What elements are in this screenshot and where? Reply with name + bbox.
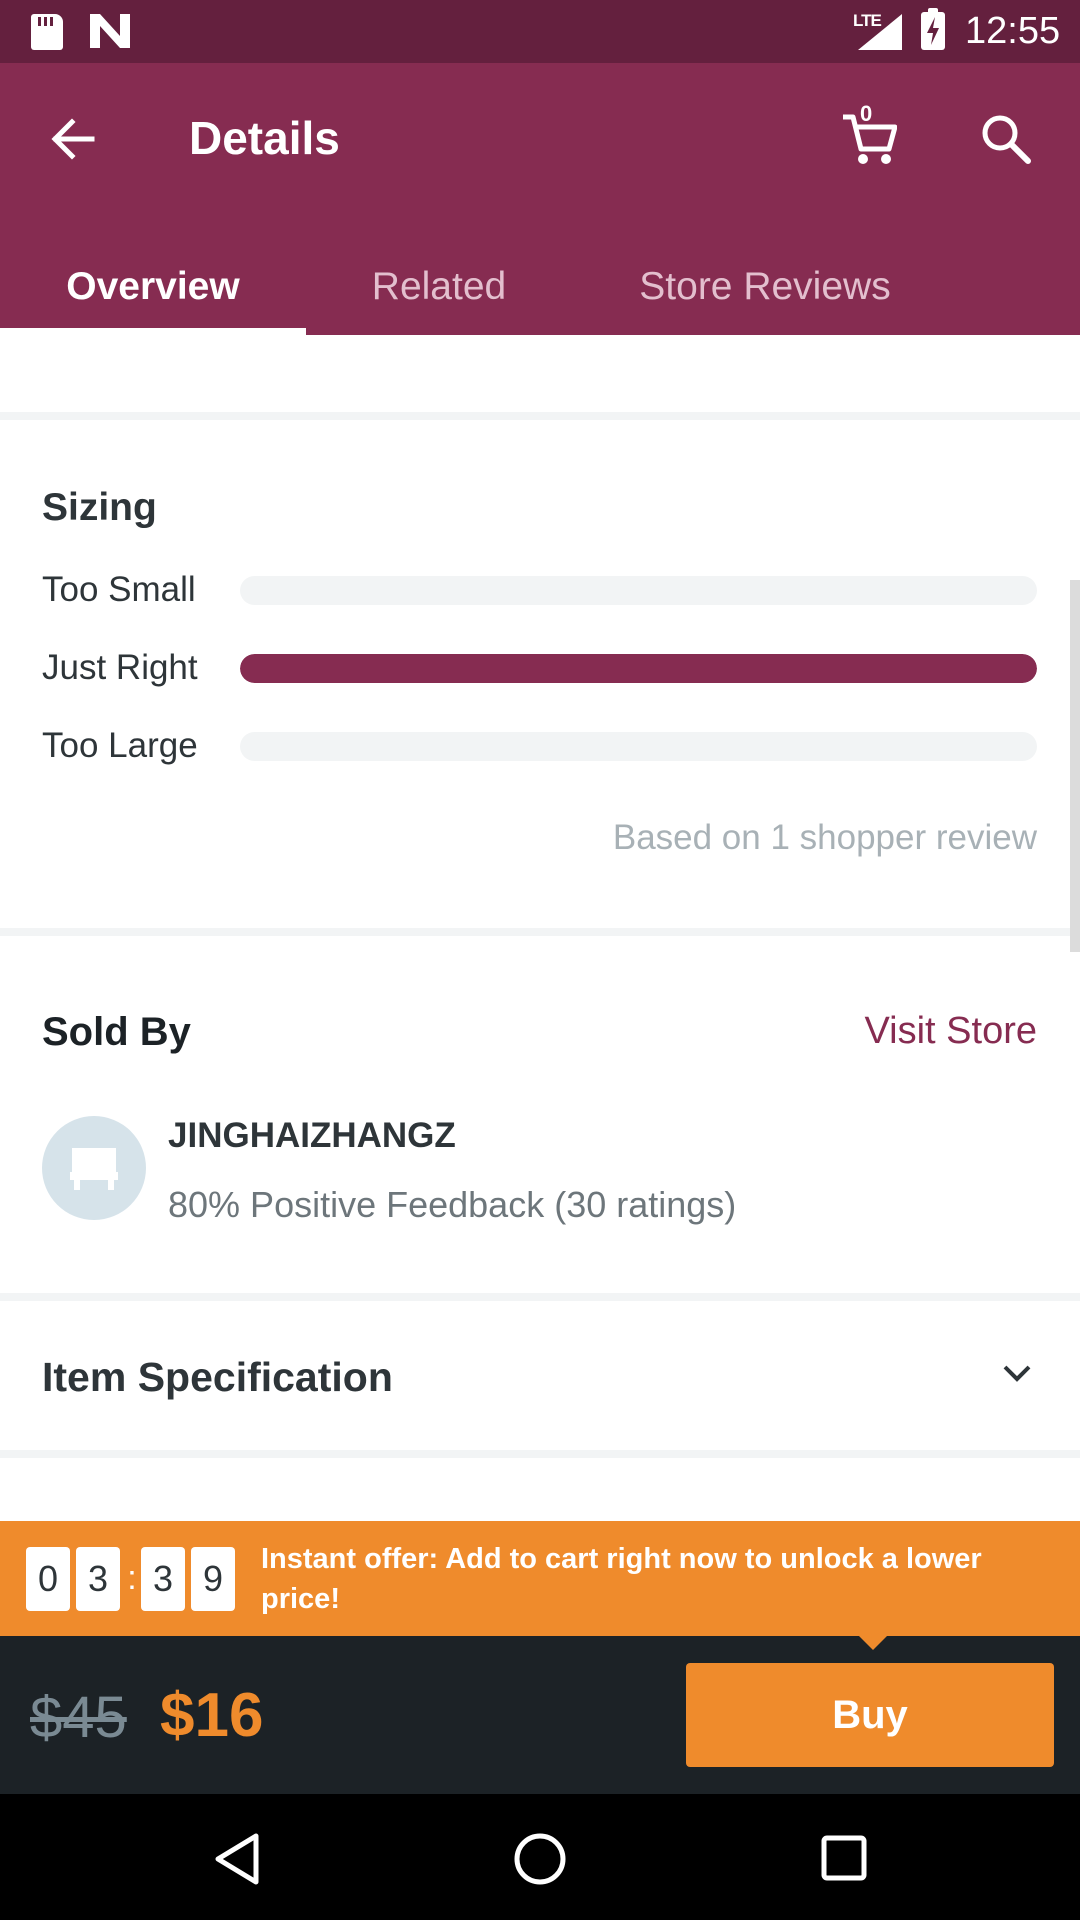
item-specification-toggle[interactable]: Item Specification (42, 1354, 393, 1401)
description-title[interactable]: Description (42, 1508, 268, 1522)
app-bar: Details 0 Overview Related Store Reviews (0, 63, 1080, 335)
size-bar-fill (240, 654, 1037, 683)
clock: 12:55 (965, 10, 1061, 52)
nav-recents-icon[interactable] (820, 1834, 868, 1882)
avatar[interactable] (42, 1116, 146, 1220)
timer-digit: 3 (141, 1547, 185, 1611)
offer-message: Instant offer: Add to cart right now to … (261, 1543, 982, 1615)
buy-button[interactable]: Buy (686, 1663, 1054, 1767)
sd-card-icon (31, 14, 63, 50)
nav-back-icon[interactable] (212, 1832, 262, 1886)
timer-digit: 9 (191, 1547, 235, 1611)
timer-separator: : (127, 1559, 137, 1597)
n-notification-icon (90, 14, 130, 48)
size-bar-too-large (240, 732, 1037, 761)
size-label-just-right: Just Right (42, 648, 198, 687)
store-feedback: 80% Positive Feedback (30 ratings) (168, 1184, 737, 1225)
size-label-too-small: Too Small (42, 570, 196, 609)
size-label-too-large: Too Large (42, 726, 198, 765)
store-name[interactable]: JINGHAIZHANGZ (168, 1116, 456, 1156)
original-price: $45 (30, 1685, 127, 1750)
review-count-note: Based on 1 shopper review (612, 818, 1037, 857)
tab-indicator (0, 328, 306, 335)
sold-by-title: Sold By (42, 1010, 191, 1054)
tab-related[interactable]: Related (306, 238, 572, 335)
battery-charging-icon (921, 8, 945, 50)
instant-offer-banner[interactable]: 0 3 : 3 9 Instant offer: Add to cart rig… (0, 1521, 1080, 1636)
section-divider (0, 1450, 1080, 1458)
nav-home-icon[interactable] (513, 1832, 567, 1886)
back-arrow-icon[interactable] (46, 111, 102, 167)
store-icon (70, 1148, 118, 1190)
system-nav-bar (0, 1794, 1080, 1920)
tab-overview[interactable]: Overview (0, 238, 306, 335)
sale-price: $16 (160, 1681, 264, 1750)
page-title: Details (189, 112, 340, 164)
purchase-bar: $45 $16 Buy (0, 1636, 1080, 1794)
tab-store-reviews[interactable]: Store Reviews (610, 238, 920, 335)
signal-icon (858, 14, 902, 50)
chevron-down-icon[interactable] (1000, 1362, 1034, 1386)
visit-store-link[interactable]: Visit Store (865, 1010, 1037, 1053)
section-divider (0, 1293, 1080, 1301)
sizing-title: Sizing (42, 486, 157, 529)
search-icon[interactable] (978, 111, 1032, 165)
status-bar: LTE 12:55 (0, 0, 1080, 63)
size-bar-just-right (240, 654, 1037, 683)
section-divider (0, 412, 1080, 420)
timer-digit: 0 (26, 1547, 70, 1611)
tab-bar: Overview Related Store Reviews (0, 238, 1080, 335)
timer-digit: 3 (76, 1547, 120, 1611)
scrollbar[interactable] (1070, 580, 1080, 952)
section-divider (0, 928, 1080, 936)
cart-count-badge: 0 (860, 101, 873, 126)
offer-pointer (857, 1634, 889, 1650)
size-bar-too-small (240, 576, 1037, 605)
